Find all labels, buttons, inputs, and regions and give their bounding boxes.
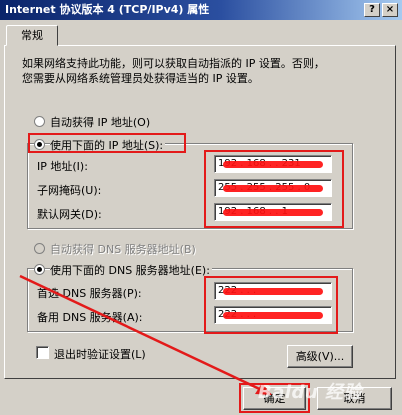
- annotation-arrow: [19, 274, 272, 395]
- tab-general[interactable]: 常规: [6, 25, 58, 46]
- annotation-arrow-line: [19, 274, 267, 394]
- watermark-logo: Baidu 经验: [258, 382, 363, 403]
